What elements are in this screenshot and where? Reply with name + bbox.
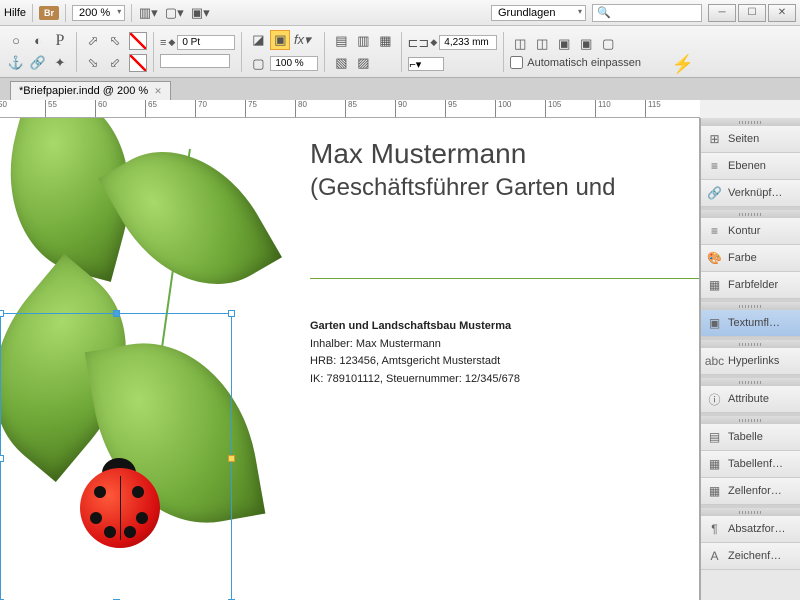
drop-shadow-icon[interactable]: ◪ [248,30,268,50]
maximize-button[interactable]: ☐ [738,4,766,22]
zoom-selector[interactable]: 200 % [72,5,125,21]
stroke-none-icon[interactable] [129,54,147,72]
search-input[interactable]: 🔍 [592,4,702,22]
owner-text: Inhalber: Max Mustermann [310,336,520,354]
wrap1-icon[interactable]: ▤ [331,31,351,51]
effects-icon[interactable]: ▣ [270,30,290,50]
fill-none-icon[interactable] [129,32,147,50]
handle3-icon[interactable]: ⬂ [83,53,103,73]
view-options-icon[interactable]: ▥▾ [138,3,158,23]
wrap4-icon[interactable]: ▧ [331,53,351,73]
ik-text: IK: 789101112, Steuernummer: 12/345/678 [310,371,520,389]
panel-tabellenf…[interactable]: ▦Tabellenf… [701,451,800,478]
panels-dock: ⊞Seiten≡Ebenen🔗Verknüpf… ≡Kontur🎨Farbe▦Fa… [700,118,800,600]
corner-input[interactable] [439,35,497,50]
handle4-icon[interactable]: ⬃ [105,53,125,73]
arrange-icon[interactable]: ▣▾ [190,3,210,23]
selection-frame[interactable] [0,313,232,600]
fit1-icon[interactable]: ◫ [510,34,530,54]
fit3-icon[interactable]: ▣ [554,34,574,54]
wrap5-icon[interactable]: ▨ [353,53,373,73]
workspace-selector[interactable]: Grundlagen [491,5,586,21]
stroke-icon: ≡ [160,37,166,49]
company-text: Garten und Landschaftsbau Musterma [310,318,520,336]
corner-style[interactable]: ⌐▾ [408,57,444,71]
opacity-icon: ▢ [248,54,268,74]
panel-absatzfor…[interactable]: ¶Absatzfor… [701,516,800,543]
panel-zeichenf…[interactable]: AZeichenf… [701,543,800,570]
fit4-icon[interactable]: ▣ [576,34,596,54]
canvas[interactable]: Max Mustermann (Geschäftsführer Garten u… [0,118,700,600]
panel-kontur[interactable]: ≡Kontur [701,218,800,245]
anchor-icon[interactable]: ⚓ [6,53,26,73]
fit2-icon[interactable]: ◫ [532,34,552,54]
panel-textumfl…[interactable]: ▣Textumfl… [701,310,800,337]
panel-farbfelder[interactable]: ▦Farbfelder [701,272,800,299]
stroke-style[interactable] [160,54,230,68]
panel-ebenen[interactable]: ≡Ebenen [701,153,800,180]
link-icon[interactable]: 🔗 [28,53,48,73]
autofit-checkbox[interactable]: Automatisch einpassen [510,56,641,69]
flash-icon[interactable]: ⚡ [672,54,694,75]
fx-icon[interactable]: fx▾ [292,30,312,50]
close-tab-icon[interactable]: ✕ [154,86,162,97]
wrap2-icon[interactable]: ▥ [353,31,373,51]
panel-attribute[interactable]: ⓘAttribute [701,386,800,413]
screen-mode-icon[interactable]: ▢▾ [164,3,184,23]
panel-verknüpf…[interactable]: 🔗Verknüpf… [701,180,800,207]
help-menu[interactable]: Hilfe [4,7,26,19]
panel-seiten[interactable]: ⊞Seiten [701,126,800,153]
panel-farbe[interactable]: 🎨Farbe [701,245,800,272]
panel-collapse-icon[interactable] [701,118,800,126]
name-heading: Max Mustermann [310,138,615,170]
handle2-icon[interactable]: ⬁ [105,31,125,51]
corner-icon[interactable]: ⊏⊐ [408,33,428,53]
handle1-icon[interactable]: ⬀ [83,31,103,51]
divider-line [310,278,700,279]
opacity-input[interactable] [270,56,318,71]
wrap-none-icon[interactable]: ○ [6,31,26,51]
role-heading: (Geschäftsführer Garten und [310,174,615,202]
stroke-weight-input[interactable] [177,35,235,50]
bridge-icon[interactable]: Br [39,6,59,20]
fit5-icon[interactable]: ▢ [598,34,618,54]
minimize-button[interactable]: ─ [708,4,736,22]
wrap3-icon[interactable]: ▦ [375,31,395,51]
wrap-around-icon[interactable]: ◐ [28,31,48,51]
horizontal-ruler: 50556065707580859095100105110115 [0,100,700,118]
panel-tabelle[interactable]: ▤Tabelle [701,424,800,451]
document-tab[interactable]: *Briefpapier.indd @ 200 % ✕ [10,81,171,100]
panel-hyperlinks[interactable]: abcHyperlinks [701,348,800,375]
hrb-text: HRB: 123456, Amtsgericht Musterstadt [310,353,520,371]
p-icon[interactable]: P [50,31,70,51]
panel-zellenfor…[interactable]: ▦Zellenfor… [701,478,800,505]
warp-icon[interactable]: ✦ [50,53,70,73]
close-button[interactable]: ✕ [768,4,796,22]
